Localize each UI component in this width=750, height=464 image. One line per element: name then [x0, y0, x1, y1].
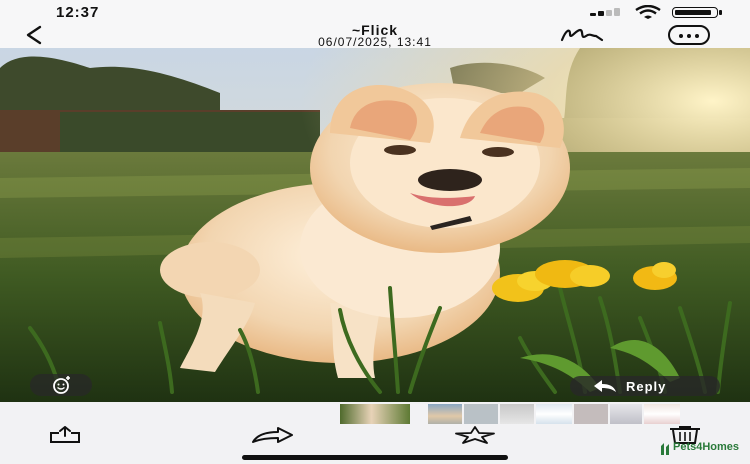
thumbnail[interactable] — [644, 404, 680, 424]
photo-viewer[interactable] — [0, 48, 750, 402]
nav-bar: ~Flick 06/07/2025, 13:41 — [0, 22, 750, 48]
title-block: ~Flick 06/07/2025, 13:41 — [250, 23, 500, 49]
status-time: 12:37 — [56, 4, 100, 21]
star-icon[interactable] — [454, 426, 496, 444]
markup-signature-icon[interactable] — [560, 24, 604, 46]
thumbnail[interactable] — [610, 404, 642, 424]
thumbnail[interactable] — [574, 404, 608, 424]
status-bar: 12:37 — [0, 0, 750, 22]
wifi-icon — [635, 5, 661, 19]
add-reaction-icon — [53, 376, 70, 394]
thumbnail[interactable] — [500, 404, 534, 424]
thumbnail[interactable] — [536, 404, 572, 424]
home-indicator[interactable] — [242, 455, 508, 460]
thumbnail[interactable] — [464, 404, 498, 424]
thumbnail[interactable] — [428, 404, 462, 424]
watermark-text: Pets4Homes — [673, 441, 740, 453]
ellipsis-icon — [679, 34, 683, 38]
forward-arrow-icon[interactable] — [250, 426, 294, 444]
thumbnail-selected[interactable] — [340, 404, 410, 424]
battery-icon — [672, 7, 722, 18]
reply-arrow-icon — [594, 380, 616, 392]
add-reaction-button[interactable] — [30, 374, 92, 396]
message-timestamp: 06/07/2025, 13:41 — [318, 35, 432, 49]
reply-button[interactable]: Reply — [570, 376, 720, 396]
more-options-button[interactable] — [668, 25, 710, 45]
share-icon[interactable] — [48, 426, 82, 444]
pets4homes-logo-icon — [661, 443, 669, 455]
cellular-signal-icon — [590, 8, 626, 16]
thumbnail-strip[interactable] — [0, 402, 750, 424]
dog-photo — [0, 48, 750, 402]
reply-label: Reply — [626, 379, 667, 394]
back-chevron-icon[interactable] — [20, 24, 48, 46]
